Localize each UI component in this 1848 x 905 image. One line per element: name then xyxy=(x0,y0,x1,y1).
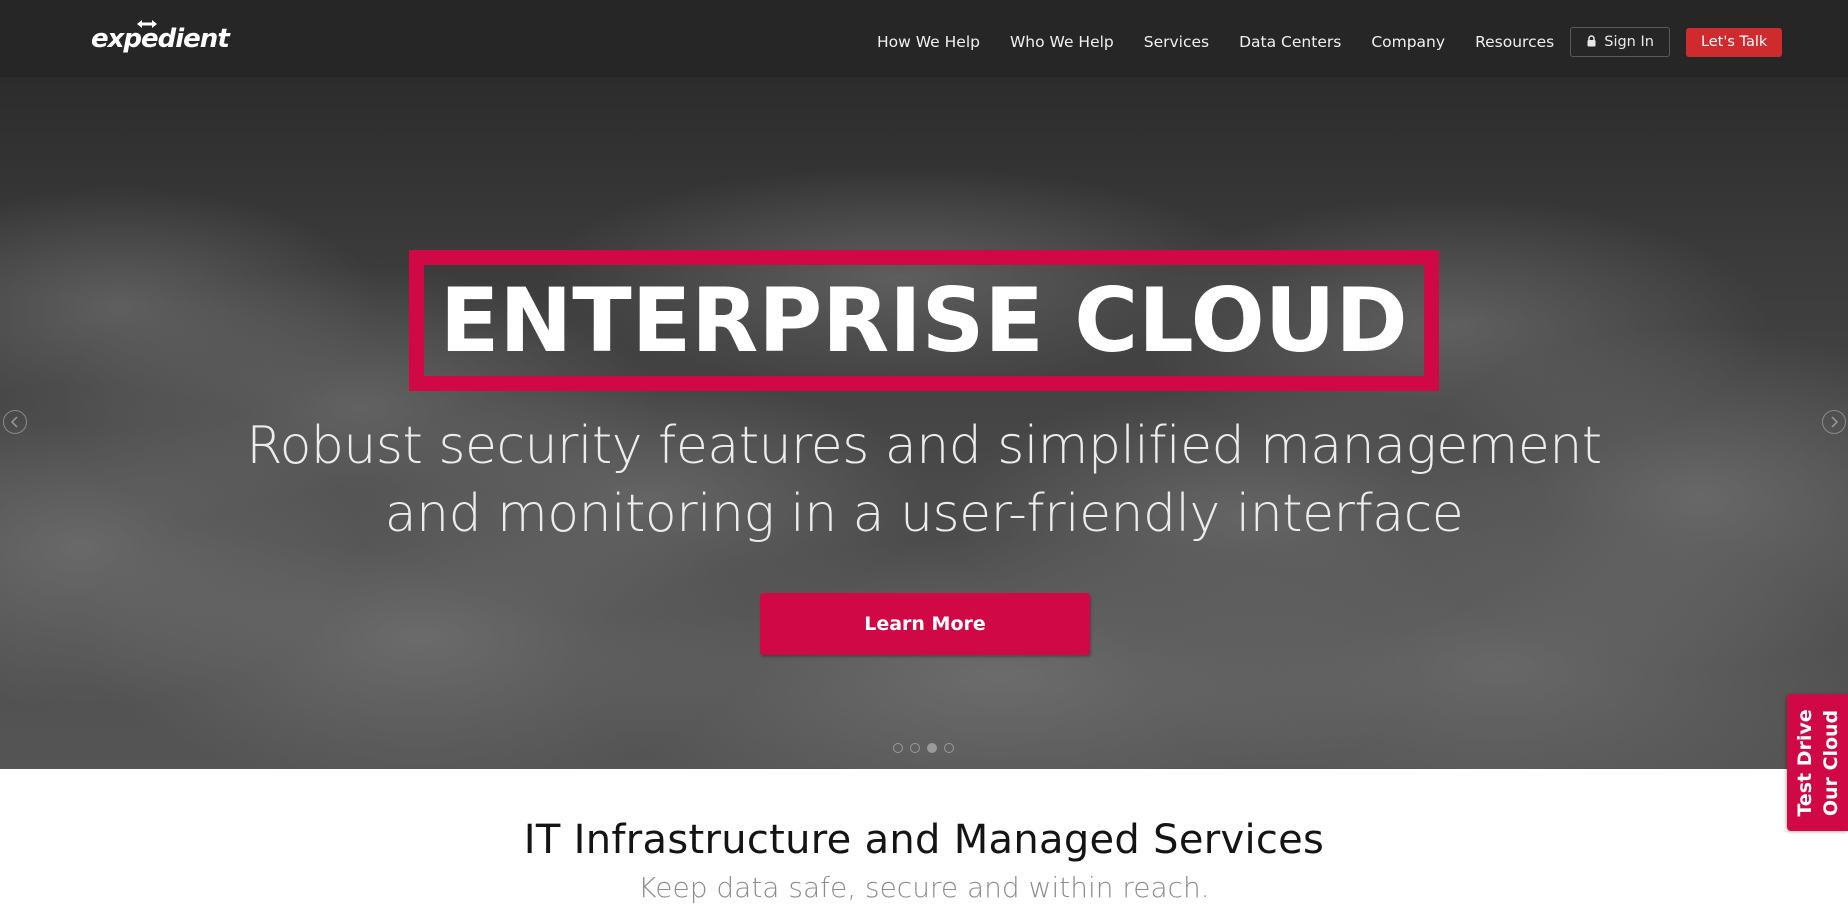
section-subtitle: Keep data safe, secure and within reach. xyxy=(638,871,1210,904)
test-drive-label: Test Drive Our Cloud xyxy=(1792,709,1844,816)
slider-dot[interactable] xyxy=(893,743,903,753)
slider-dot[interactable] xyxy=(944,743,954,753)
test-drive-tab[interactable]: Test Drive Our Cloud xyxy=(1787,694,1848,831)
nav-services[interactable]: Services xyxy=(1144,33,1209,51)
logo-text: expedient xyxy=(91,24,230,54)
hero-subheadline-line-1: Robust security features and simplified … xyxy=(246,416,1602,476)
nav-how-we-help[interactable]: How We Help xyxy=(877,33,980,51)
slider-next-button[interactable] xyxy=(1822,410,1846,434)
expedient-logo[interactable]: expedient xyxy=(91,18,230,54)
chevron-right-icon xyxy=(1831,416,1839,428)
chevron-left-icon xyxy=(10,416,18,428)
hero-subheadline-line-2: and monitoring in a user-friendly interf… xyxy=(384,484,1464,544)
test-drive-line-1: Test Drive xyxy=(1793,708,1816,817)
sign-in-label: Sign In xyxy=(1604,34,1654,50)
services-intro-section: IT Infrastructure and Managed Services K… xyxy=(0,769,1848,904)
headline-frame: ENTERPRISE CLOUD xyxy=(409,250,1439,391)
sign-in-button[interactable]: Sign In xyxy=(1570,27,1670,57)
section-title: IT Infrastructure and Managed Services xyxy=(523,817,1325,863)
nav-data-centers[interactable]: Data Centers xyxy=(1239,33,1341,51)
hero-slider: ENTERPRISE CLOUD Robust security feature… xyxy=(0,77,1848,769)
lets-talk-button[interactable]: Let's Talk xyxy=(1685,27,1783,57)
top-navbar: expedient How We Help Who We Help Servic… xyxy=(0,0,1848,77)
nav-company[interactable]: Company xyxy=(1371,33,1445,51)
slider-prev-button[interactable] xyxy=(3,410,27,434)
test-drive-line-2: Our Cloud xyxy=(1819,709,1842,816)
lock-icon xyxy=(1587,35,1596,47)
nav-resources[interactable]: Resources xyxy=(1475,33,1554,51)
slider-pagination xyxy=(893,742,961,754)
nav-who-we-help[interactable]: Who We Help xyxy=(1010,33,1114,51)
hero-headline: ENTERPRISE CLOUD xyxy=(440,268,1408,372)
main-nav: How We Help Who We Help Services Data Ce… xyxy=(862,22,1783,62)
slider-dot-active[interactable] xyxy=(927,743,937,753)
slider-dot[interactable] xyxy=(910,743,920,753)
learn-more-button[interactable]: Learn More xyxy=(760,593,1090,655)
hero-subheadline: Robust security features and simplified … xyxy=(200,412,1648,548)
